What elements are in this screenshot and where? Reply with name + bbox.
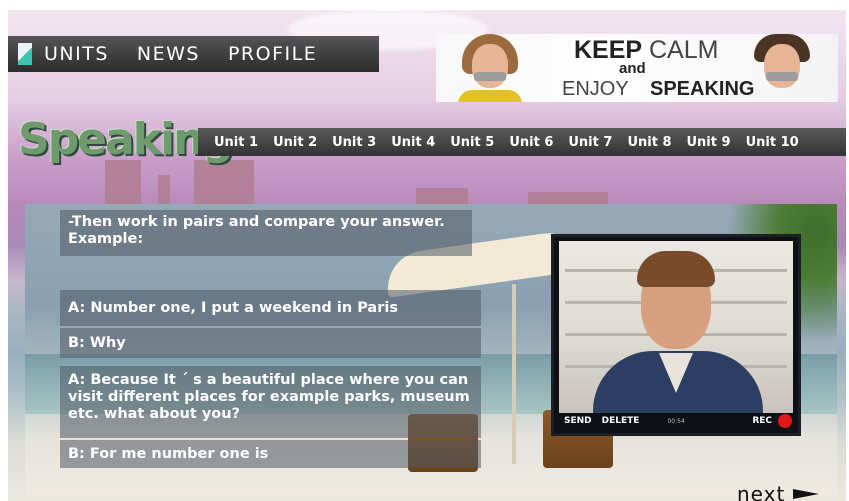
- delete-button[interactable]: DELETE: [602, 416, 640, 426]
- arrow-right-icon: [793, 489, 820, 499]
- skyline-building: [416, 188, 468, 204]
- logo-icon: [18, 43, 32, 65]
- send-button[interactable]: SEND: [564, 416, 592, 426]
- video-feed: [559, 241, 793, 413]
- unit-tab-10[interactable]: Unit 10: [746, 135, 799, 150]
- dialogue-line-a1: A: Number one, I put a weekend in Paris: [60, 290, 481, 326]
- dialogue-line-b1: B: Why: [60, 328, 481, 358]
- instruction-text: -Then work in pairs and compare your ans…: [60, 210, 472, 256]
- nav-item-units[interactable]: UNITS: [44, 43, 109, 65]
- unit-tab-7[interactable]: Unit 7: [568, 135, 612, 150]
- skyline-building: [194, 160, 254, 204]
- recording-time: 00:54: [667, 417, 685, 425]
- unit-tab-9[interactable]: Unit 9: [687, 135, 731, 150]
- dialogue-line-a2: A: Because It ´ s a beautiful place wher…: [60, 366, 481, 438]
- record-button-icon[interactable]: [778, 414, 792, 428]
- man-photo: [746, 34, 818, 102]
- unit-tab-5[interactable]: Unit 5: [450, 135, 494, 150]
- page-background: UNITS NEWS PROFILE KEEP CALM and ENJOY S…: [8, 10, 846, 501]
- unit-tab-8[interactable]: Unit 8: [627, 135, 671, 150]
- video-controls: SEND DELETE 00:54 REC: [554, 409, 798, 433]
- unit-tab-4[interactable]: Unit 4: [391, 135, 435, 150]
- unit-tab-1[interactable]: Unit 1: [214, 135, 258, 150]
- keep-calm-banner: KEEP CALM and ENJOY SPEAKING: [436, 34, 838, 102]
- skyline-building: [105, 160, 141, 204]
- banner-enjoy: ENJOY: [562, 78, 629, 100]
- banner-speaking: SPEAKING: [650, 78, 755, 100]
- next-label: next: [737, 482, 786, 501]
- next-button[interactable]: next: [737, 482, 820, 501]
- unit-tab-2[interactable]: Unit 2: [273, 135, 317, 150]
- banner-and: and: [619, 60, 646, 77]
- skyline-building: [158, 175, 170, 204]
- unit-tab-3[interactable]: Unit 3: [332, 135, 376, 150]
- umbrella-pole: [512, 284, 516, 464]
- banner-calm: CALM: [649, 36, 719, 64]
- girl-photo: [454, 34, 526, 102]
- units-bar: Unit 1 Unit 2 Unit 3 Unit 4 Unit 5 Unit …: [198, 128, 846, 156]
- main-nav: UNITS NEWS PROFILE: [8, 36, 379, 72]
- rec-label: REC: [752, 416, 772, 426]
- dialogue-line-b2: B: For me number one is: [60, 440, 481, 468]
- video-recorder: SEND DELETE 00:54 REC: [551, 234, 801, 436]
- nav-item-profile[interactable]: PROFILE: [228, 43, 317, 65]
- unit-tab-6[interactable]: Unit 6: [509, 135, 553, 150]
- skyline-building: [528, 192, 608, 204]
- nav-item-news[interactable]: NEWS: [137, 43, 200, 65]
